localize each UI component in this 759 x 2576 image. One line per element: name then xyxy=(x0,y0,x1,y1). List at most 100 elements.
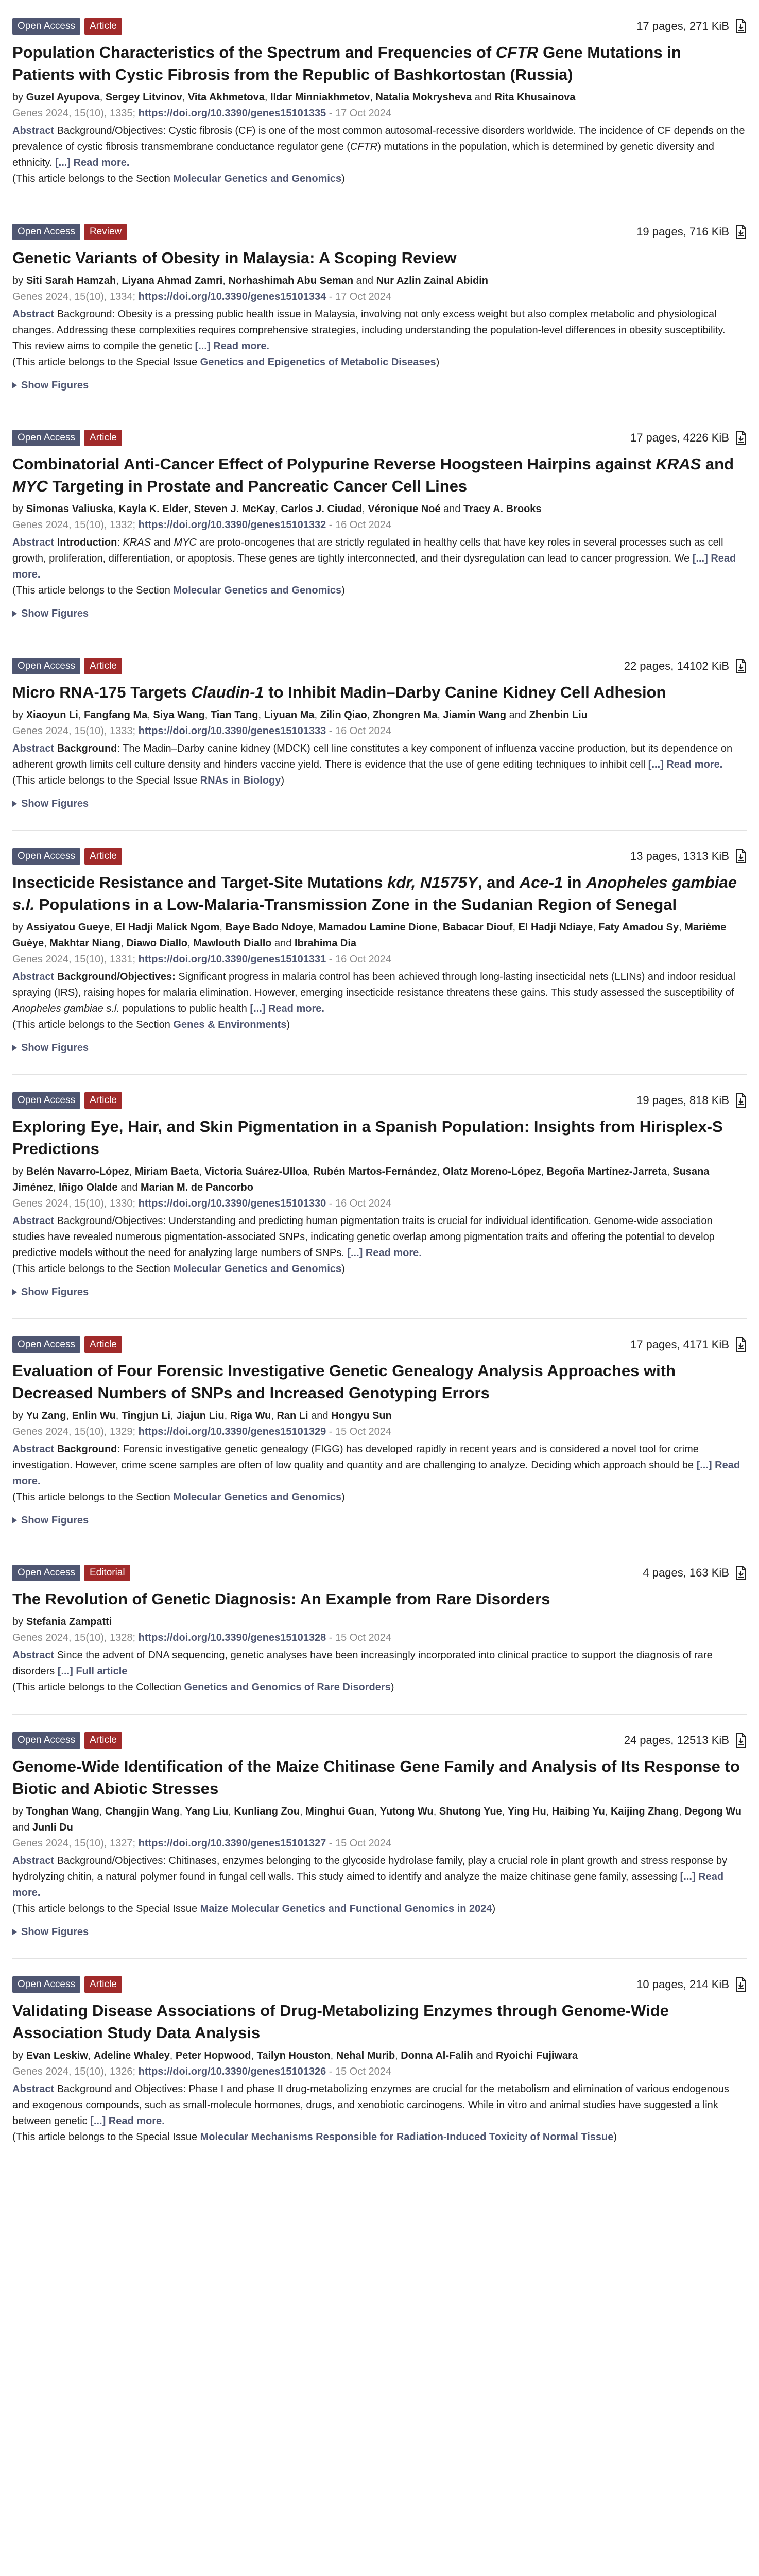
section-link[interactable]: RNAs in Biology xyxy=(200,775,281,786)
author-link[interactable]: Sergey Litvinov xyxy=(106,92,182,103)
author-link[interactable]: Carlos J. Ciudad xyxy=(281,503,362,515)
author-link[interactable]: Kayla K. Elder xyxy=(119,503,188,515)
author-link[interactable]: Yu Zang xyxy=(26,1410,66,1421)
author-link[interactable]: Marian M. de Pancorbo xyxy=(141,1182,253,1193)
article-title-link[interactable]: Insecticide Resistance and Target-Site M… xyxy=(12,871,747,916)
author-link[interactable]: Ildar Minniakhmetov xyxy=(270,92,370,103)
article-title-link[interactable]: The Revolution of Genetic Diagnosis: An … xyxy=(12,1588,747,1610)
article-title-link[interactable]: Combinatorial Anti-Cancer Effect of Poly… xyxy=(12,453,747,497)
author-link[interactable]: Enlin Wu xyxy=(72,1410,116,1421)
article-title-link[interactable]: Evaluation of Four Forensic Investigativ… xyxy=(12,1360,747,1404)
author-link[interactable]: Adeline Whaley xyxy=(94,2050,170,2061)
author-link[interactable]: Ying Hu xyxy=(508,1806,546,1817)
author-link[interactable]: Ryoichi Fujiwara xyxy=(496,2050,578,2061)
section-link[interactable]: Maize Molecular Genetics and Functional … xyxy=(200,1903,492,1914)
author-link[interactable]: Yang Liu xyxy=(185,1806,228,1817)
author-link[interactable]: Junli Du xyxy=(32,1822,73,1833)
author-link[interactable]: Vita Akhmetova xyxy=(188,92,265,103)
author-link[interactable]: Peter Hopwood xyxy=(176,2050,251,2061)
author-link[interactable]: Olatz Moreno-López xyxy=(442,1166,541,1177)
author-link[interactable]: Ibrahima Dia xyxy=(295,938,356,949)
section-link[interactable]: Molecular Genetics and Genomics xyxy=(173,1492,341,1503)
author-link[interactable]: Tonghan Wang xyxy=(26,1806,99,1817)
doi-link[interactable]: https://doi.org/10.3390/genes15101327 xyxy=(139,1838,326,1849)
pdf-download-icon[interactable] xyxy=(735,849,747,863)
author-link[interactable]: Evan Leskiw xyxy=(26,2050,88,2061)
doi-link[interactable]: https://doi.org/10.3390/genes15101334 xyxy=(139,291,326,302)
pdf-download-icon[interactable] xyxy=(735,431,747,445)
author-link[interactable]: Riga Wu xyxy=(230,1410,271,1421)
pdf-download-icon[interactable] xyxy=(735,1977,747,1992)
author-link[interactable]: Nur Azlin Zainal Abidin xyxy=(376,275,488,286)
section-link[interactable]: Genetics and Genomics of Rare Disorders xyxy=(184,1682,391,1693)
section-link[interactable]: Molecular Genetics and Genomics xyxy=(173,173,341,184)
doi-link[interactable]: https://doi.org/10.3390/genes15101331 xyxy=(139,954,326,965)
read-more-link[interactable]: [...] Read more. xyxy=(195,341,269,352)
pdf-download-icon[interactable] xyxy=(735,1733,747,1748)
pdf-download-icon[interactable] xyxy=(735,1337,747,1352)
pdf-download-icon[interactable] xyxy=(735,19,747,33)
author-link[interactable]: Donna Al-Falih xyxy=(401,2050,473,2061)
author-link[interactable]: Begoña Martínez-Jarreta xyxy=(547,1166,667,1177)
author-link[interactable]: Kaijing Zhang xyxy=(611,1806,679,1817)
read-more-link[interactable]: [...] Read more. xyxy=(250,1003,324,1014)
show-figures-toggle[interactable]: Show Figures xyxy=(12,796,89,811)
author-link[interactable]: Degong Wu xyxy=(684,1806,741,1817)
author-link[interactable]: Rita Khusainova xyxy=(495,92,576,103)
read-more-link[interactable]: [...] Read more. xyxy=(648,759,722,770)
article-title-link[interactable]: Validating Disease Associations of Drug-… xyxy=(12,1999,747,2044)
read-more-link[interactable]: [...] Read more. xyxy=(347,1247,421,1259)
author-link[interactable]: Siya Wang xyxy=(153,709,204,721)
read-more-link[interactable]: [...] Read more. xyxy=(90,2115,164,2127)
author-link[interactable]: Steven J. McKay xyxy=(194,503,275,515)
author-link[interactable]: Assiyatou Gueye xyxy=(26,922,110,933)
show-figures-toggle[interactable]: Show Figures xyxy=(12,1040,89,1056)
doi-link[interactable]: https://doi.org/10.3390/genes15101330 xyxy=(139,1198,326,1209)
pdf-download-icon[interactable] xyxy=(735,659,747,673)
author-link[interactable]: Xiaoyun Li xyxy=(26,709,78,721)
pdf-download-icon[interactable] xyxy=(735,1566,747,1580)
author-link[interactable]: Nehal Murib xyxy=(336,2050,395,2061)
section-link[interactable]: Genetics and Epigenetics of Metabolic Di… xyxy=(200,357,436,368)
doi-link[interactable]: https://doi.org/10.3390/genes15101335 xyxy=(139,108,326,119)
show-figures-toggle[interactable]: Show Figures xyxy=(12,1513,89,1528)
author-link[interactable]: Rubén Martos-Fernández xyxy=(313,1166,437,1177)
doi-link[interactable]: https://doi.org/10.3390/genes15101332 xyxy=(139,519,326,531)
section-link[interactable]: Molecular Genetics and Genomics xyxy=(173,585,341,596)
author-link[interactable]: Siti Sarah Hamzah xyxy=(26,275,116,286)
article-title-link[interactable]: Micro RNA-175 Targets Claudin-1 to Inhib… xyxy=(12,681,747,703)
show-figures-toggle[interactable]: Show Figures xyxy=(12,606,89,621)
author-link[interactable]: Tian Tang xyxy=(211,709,258,721)
show-figures-toggle[interactable]: Show Figures xyxy=(12,1284,89,1300)
author-link[interactable]: Simonas Valiuska xyxy=(26,503,113,515)
doi-link[interactable]: https://doi.org/10.3390/genes15101329 xyxy=(139,1426,326,1437)
author-link[interactable]: Hongyu Sun xyxy=(331,1410,392,1421)
author-link[interactable]: Diawo Diallo xyxy=(126,938,187,949)
pdf-download-icon[interactable] xyxy=(735,225,747,239)
author-link[interactable]: Liyana Ahmad Zamri xyxy=(122,275,222,286)
author-link[interactable]: Jiamin Wang xyxy=(443,709,507,721)
author-link[interactable]: Tracy A. Brooks xyxy=(463,503,542,515)
doi-link[interactable]: https://doi.org/10.3390/genes15101326 xyxy=(139,2066,326,2077)
author-link[interactable]: Stefania Zampatti xyxy=(26,1616,112,1628)
author-link[interactable]: Kunliang Zou xyxy=(234,1806,300,1817)
section-link[interactable]: Molecular Mechanisms Responsible for Rad… xyxy=(200,2131,614,2143)
author-link[interactable]: Fangfang Ma xyxy=(84,709,147,721)
author-link[interactable]: Mamadou Lamine Dione xyxy=(319,922,437,933)
author-link[interactable]: Natalia Mokrysheva xyxy=(375,92,472,103)
section-link[interactable]: Molecular Genetics and Genomics xyxy=(173,1263,341,1275)
author-link[interactable]: Liyuan Ma xyxy=(264,709,315,721)
author-link[interactable]: Makhtar Niang xyxy=(49,938,120,949)
author-link[interactable]: Zhenbin Liu xyxy=(529,709,588,721)
author-link[interactable]: Zhongren Ma xyxy=(373,709,438,721)
author-link[interactable]: El Hadji Ndiaye xyxy=(519,922,593,933)
author-link[interactable]: Véronique Noé xyxy=(368,503,440,515)
author-link[interactable]: Shutong Yue xyxy=(439,1806,502,1817)
doi-link[interactable]: https://doi.org/10.3390/genes15101333 xyxy=(139,725,326,737)
author-link[interactable]: Miriam Baeta xyxy=(135,1166,199,1177)
show-figures-toggle[interactable]: Show Figures xyxy=(12,1924,89,1940)
read-more-link[interactable]: [...] Read more. xyxy=(55,157,129,168)
author-link[interactable]: Minghui Guan xyxy=(305,1806,374,1817)
doi-link[interactable]: https://doi.org/10.3390/genes15101328 xyxy=(139,1632,326,1643)
author-link[interactable]: Jiajun Liu xyxy=(176,1410,224,1421)
